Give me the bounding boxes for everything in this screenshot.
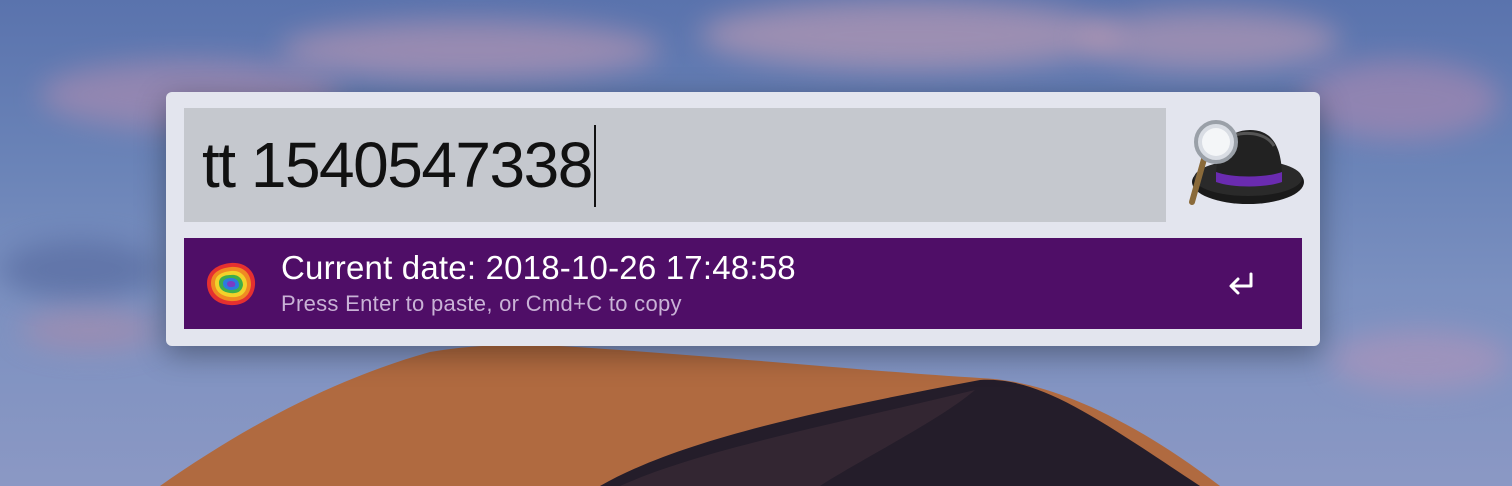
- return-key-icon: [1229, 272, 1253, 295]
- result-title: Current date: 2018-10-26 17:48:58: [281, 249, 796, 286]
- result-row-selected[interactable]: Current date: 2018-10-26 17:48:58 Press …: [184, 238, 1302, 329]
- time-ripple-icon: [207, 262, 256, 306]
- text-caret: [593, 125, 596, 208]
- result-subtitle: Press Enter to paste, or Cmd+C to copy: [281, 291, 682, 316]
- alfred-launcher-window: tt 1540547338 Current date: 2018-10-26 1…: [166, 92, 1320, 346]
- search-input[interactable]: tt 1540547338: [202, 108, 596, 222]
- search-query-text: tt 1540547338: [202, 129, 593, 201]
- alfred-hat-icon[interactable]: [1182, 116, 1306, 216]
- desktop-background: tt 1540547338 Current date: 2018-10-26 1…: [0, 0, 1512, 486]
